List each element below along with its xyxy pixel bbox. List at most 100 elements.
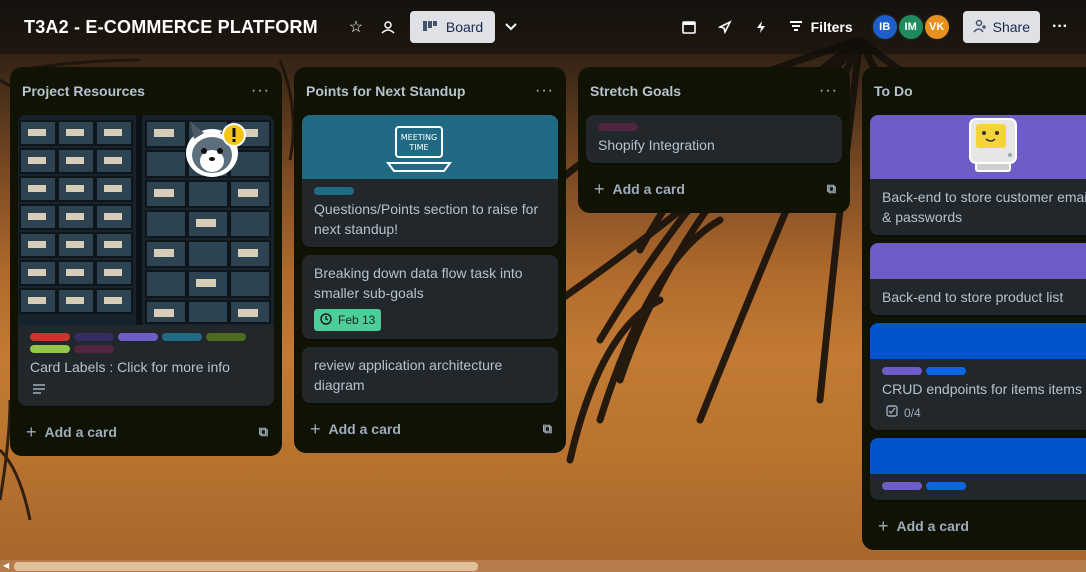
card-labels <box>598 123 830 131</box>
card-title: Breaking down data flow task into smalle… <box>314 265 523 301</box>
plus-icon: + <box>310 418 321 439</box>
label-lime[interactable] <box>30 345 70 353</box>
label-dark-purple[interactable] <box>74 333 114 341</box>
share-label: Share <box>992 19 1030 35</box>
share-button[interactable]: Share <box>962 11 1040 43</box>
card-title: Card Labels : Click for more info <box>30 359 230 375</box>
husky-sticker-icon <box>186 121 246 177</box>
label-blue[interactable] <box>926 367 966 375</box>
list-title[interactable]: To Do <box>874 83 1074 99</box>
card-shopify-integration[interactable]: Shopify Integration <box>586 115 842 163</box>
more-options-icon[interactable]: ··· <box>1044 11 1076 43</box>
visibility-icon[interactable] <box>372 11 404 43</box>
label-blue[interactable] <box>926 482 966 490</box>
list-points-for-next-standup: Points for Next Standup ··· MEETING TIME… <box>294 67 566 453</box>
label-olive[interactable] <box>206 333 246 341</box>
board-view-label: Board <box>445 19 484 35</box>
label-teal[interactable] <box>314 187 354 195</box>
add-card-label: Add a card <box>44 424 117 440</box>
card-title-line: Back-end to store customer emails & pass… <box>882 189 1086 225</box>
add-card-button[interactable]: + Add a card ⧉ <box>578 171 850 207</box>
card-title: Questions/Points section to raise for ne… <box>314 201 539 237</box>
add-card-label: Add a card <box>328 421 401 437</box>
label-purple[interactable] <box>882 482 922 490</box>
add-card-label: Add a card <box>896 518 969 534</box>
card-labels <box>882 482 1074 490</box>
card-data-flow[interactable]: Breaking down data flow task into smalle… <box>302 255 558 339</box>
list-title[interactable]: Points for Next Standup <box>306 83 535 99</box>
card-labels <box>30 333 262 353</box>
label-magenta[interactable] <box>74 345 114 353</box>
card-cover: MEETING TIME <box>302 115 558 179</box>
filters-button[interactable]: Filters <box>781 11 861 43</box>
add-card-button[interactable]: + Add a card ⧉ <box>10 414 282 450</box>
filter-icon <box>789 19 803 35</box>
checklist-count: 0/4 <box>904 405 921 420</box>
add-card-button[interactable]: + Add a card ⧉ <box>294 411 566 447</box>
checklist-icon <box>886 405 898 420</box>
meeting-time-sticker-icon: MEETING TIME <box>386 126 452 172</box>
card-labels <box>882 367 1074 375</box>
plus-icon: + <box>26 421 37 442</box>
add-card-label: Add a card <box>612 181 685 197</box>
card-title: Back-end to store product list <box>882 289 1064 305</box>
card-title: CRUD endpoints for items items <box>882 381 1082 397</box>
avatar[interactable]: VK <box>922 13 951 41</box>
list-project-resources: Project Resources ··· Card Labels: Clic… <box>10 67 282 456</box>
star-icon[interactable]: ☆ <box>340 11 372 43</box>
card-store-product-list[interactable]: Back-end to store product list <box>870 243 1086 315</box>
board-view-icon <box>422 19 438 36</box>
list-title[interactable]: Project Resources <box>22 83 251 99</box>
label-red[interactable] <box>30 333 70 341</box>
svg-text:MEETING: MEETING <box>401 133 437 142</box>
list-menu-icon[interactable]: ··· <box>251 82 270 100</box>
card-title: review application architecture diagram <box>314 357 503 393</box>
avatar[interactable]: IM <box>896 13 925 41</box>
chevron-down-icon[interactable] <box>495 11 527 43</box>
label-magenta[interactable] <box>598 123 638 131</box>
label-purple[interactable] <box>118 333 158 341</box>
svg-text:TIME: TIME <box>408 143 428 152</box>
due-date-badge[interactable]: Feb 13 <box>314 309 382 331</box>
card-template-icon[interactable]: ⧉ <box>543 421 552 437</box>
label-purple[interactable] <box>882 367 922 375</box>
checklist-badge: 0/4 <box>886 405 921 420</box>
add-person-icon <box>973 19 987 36</box>
card-store-customer-emails[interactable]: Back-end to store customer emails & pass… <box>870 115 1086 235</box>
computer-sticker-icon <box>969 118 1017 172</box>
list-to-do: To Do Back-end to store customer emails … <box>862 67 1086 550</box>
add-card-button[interactable]: + Add a card <box>862 508 1086 544</box>
card-labels <box>314 187 546 195</box>
horizontal-scrollbar[interactable]: ◀ <box>0 560 1086 572</box>
board-title[interactable]: T3A2 - E-COMMERCE PLATFORM <box>24 17 318 38</box>
card-template-icon[interactable]: ⧉ <box>259 424 268 440</box>
card-template-icon[interactable]: ⧉ <box>827 181 836 197</box>
list-stretch-goals: Stretch Goals ··· Shopify Integration + … <box>578 67 850 213</box>
card-cover <box>870 438 1086 474</box>
list-menu-icon[interactable]: ··· <box>535 82 554 100</box>
list-menu-icon[interactable]: ··· <box>819 82 838 100</box>
calendar-icon[interactable] <box>673 11 705 43</box>
card-card-labels[interactable]: Card Labels : Click for more info <box>18 115 274 406</box>
board-view-button[interactable]: Board <box>409 11 496 43</box>
card-cover-image <box>18 115 274 325</box>
filters-label: Filters <box>810 19 853 35</box>
automation-icon[interactable] <box>745 11 777 43</box>
scroll-left-icon[interactable]: ◀ <box>3 561 9 570</box>
card-title: Back-end to store customer emails & pass… <box>882 187 1086 227</box>
list-title[interactable]: Stretch Goals <box>590 83 819 99</box>
card-cover <box>870 243 1086 279</box>
card-architecture-diagram[interactable]: review application architecture diagram <box>302 347 558 403</box>
label-teal[interactable] <box>162 333 202 341</box>
card-crud-endpoints[interactable]: CRUD endpoints for items items 0/4 <box>870 323 1086 430</box>
card-title: Shopify Integration <box>598 137 715 153</box>
clock-icon <box>320 312 332 328</box>
card-questions-points[interactable]: MEETING TIME Questions/Points section to… <box>302 115 558 247</box>
description-icon <box>32 383 262 398</box>
board-members: IB IM VK <box>870 13 951 41</box>
card-untitled-blue[interactable] <box>870 438 1086 500</box>
due-date-label: Feb 13 <box>338 313 376 327</box>
avatar[interactable]: IB <box>870 13 899 41</box>
rocket-icon[interactable] <box>709 11 741 43</box>
scrollbar-thumb[interactable] <box>14 562 478 571</box>
